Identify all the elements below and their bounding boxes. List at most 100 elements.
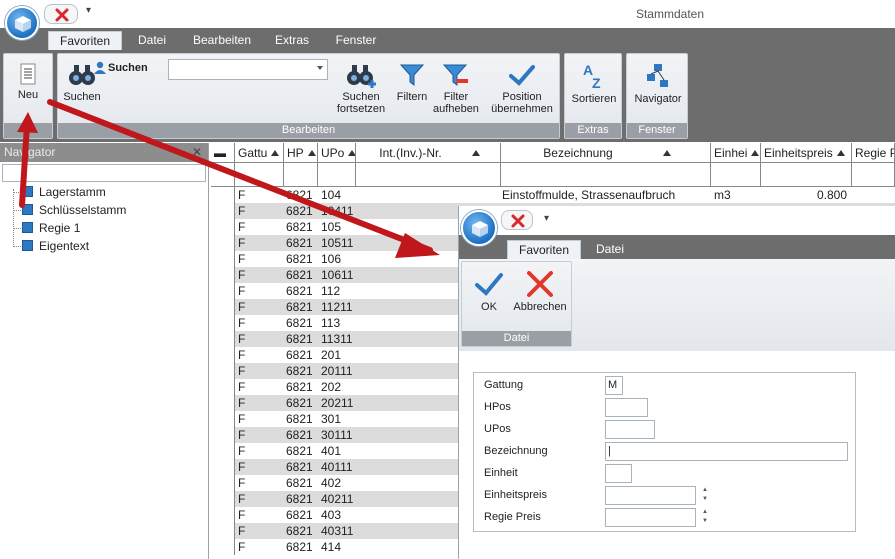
nav-item-regie1[interactable]: Regie 1	[22, 219, 80, 237]
row-selector[interactable]	[211, 299, 235, 315]
filter-cell[interactable]	[501, 163, 711, 187]
search-combo[interactable]	[168, 59, 328, 80]
filter-cell[interactable]	[711, 163, 761, 187]
tab-favoriten[interactable]: Favoriten	[48, 31, 122, 50]
einheit-field[interactable]	[605, 464, 632, 483]
tab-bearbeiten[interactable]: Bearbeiten	[186, 31, 258, 50]
quick-access-dropdown-icon[interactable]: ▾	[544, 213, 549, 224]
row-selector[interactable]	[211, 443, 235, 459]
col-header-label: Int.(Inv.)-Nr.	[379, 146, 442, 160]
dialog-tab-favoriten[interactable]: Favoriten	[507, 240, 581, 259]
row-selector[interactable]	[211, 283, 235, 299]
row-selector[interactable]	[211, 491, 235, 507]
einheitspreis-field[interactable]	[605, 486, 696, 505]
row-selector[interactable]	[211, 507, 235, 523]
row-selector[interactable]	[211, 411, 235, 427]
dialog-tab-datei[interactable]: Datei	[587, 240, 633, 259]
nav-item-schluesselstamm[interactable]: Schlüsselstamm	[22, 201, 126, 219]
regie-preis-spinner[interactable]: ▲ ▼	[700, 508, 710, 527]
sort-asc-icon	[751, 150, 760, 156]
einheitspreis-spinner[interactable]: ▲ ▼	[700, 486, 710, 505]
application-menu-button[interactable]	[5, 6, 39, 40]
filtern-button[interactable]: Filtern	[392, 62, 432, 103]
row-selector[interactable]	[211, 267, 235, 283]
filter-aufheben-button[interactable]: Filter aufheben	[430, 62, 482, 115]
nav-item-lagerstamm[interactable]: Lagerstamm	[22, 183, 106, 201]
cell-gattung: F	[238, 396, 246, 410]
row-selector[interactable]	[211, 251, 235, 267]
dialog-quick-close-button[interactable]	[501, 210, 533, 230]
row-selector[interactable]	[211, 539, 235, 555]
quick-access-dropdown-icon[interactable]: ▾	[86, 5, 91, 16]
cell-hp: 6821	[286, 476, 313, 490]
suchen-label: Suchen	[63, 91, 101, 103]
ribbon-group-new-label	[4, 123, 52, 138]
col-header-int-nr[interactable]: Int.(Inv.)-Nr.	[356, 143, 501, 163]
navigator-button[interactable]: Navigator	[629, 62, 687, 105]
cell-gattung: F	[238, 524, 246, 538]
hpos-field[interactable]	[605, 398, 648, 417]
regie-preis-field[interactable]	[605, 508, 696, 527]
suchen-fortsetzen-button[interactable]: Suchen fortsetzen	[328, 62, 394, 115]
filter-cell[interactable]	[235, 163, 284, 187]
row-selector[interactable]	[211, 363, 235, 379]
row-selector-header[interactable]: ▬	[211, 143, 235, 163]
ok-button[interactable]: OK	[470, 270, 508, 313]
navigator-title: Navigator	[4, 145, 56, 159]
dialog-group-datei-label: Datei	[462, 331, 571, 346]
tab-datei[interactable]: Datei	[128, 31, 176, 50]
tab-extras[interactable]: Extras	[266, 31, 318, 50]
einheit-label: Einheit	[484, 467, 518, 479]
hpos-label: HPos	[484, 401, 511, 413]
bezeichnung-field[interactable]: |	[605, 442, 848, 461]
row-selector[interactable]	[211, 395, 235, 411]
filter-aufheben-label: Filter aufheben	[433, 91, 479, 115]
nav-item-eigentext[interactable]: Eigentext	[22, 237, 89, 255]
navigator-filter-input[interactable]	[2, 164, 206, 182]
cell-upo: 30111	[321, 428, 353, 442]
chevron-down-icon	[317, 66, 323, 70]
cell-upo: 112	[321, 284, 341, 298]
tab-fenster[interactable]: Fenster	[328, 31, 384, 50]
dialog-application-menu-button[interactable]	[461, 210, 497, 246]
close-icon[interactable]: ✕	[192, 143, 202, 162]
table-row[interactable]: F 6821 104 Einstoffmulde, Strassenaufbruch m…	[211, 187, 895, 203]
row-selector[interactable]	[211, 315, 235, 331]
checkmark-icon	[509, 65, 535, 86]
cell-gattung: F	[238, 476, 246, 490]
col-header-einheitspreis[interactable]: Einheitspreis	[761, 143, 852, 163]
cell-gattung: F	[238, 364, 246, 378]
row-selector[interactable]	[211, 331, 235, 347]
upos-field[interactable]	[605, 420, 655, 439]
quick-access-close-button[interactable]	[44, 4, 78, 24]
abbrechen-button[interactable]: Abbrechen	[510, 270, 570, 313]
neu-button[interactable]: Neu	[10, 62, 46, 101]
col-header-einheit[interactable]: Einhei	[711, 143, 761, 163]
row-selector[interactable]	[211, 219, 235, 235]
filter-cell[interactable]	[356, 163, 501, 187]
row-selector[interactable]	[211, 235, 235, 251]
col-header-regie-preis[interactable]: Regie P	[852, 143, 895, 163]
col-header-gattung[interactable]: Gattu	[235, 143, 284, 163]
cell-gattung: F	[238, 492, 246, 506]
row-selector[interactable]	[211, 475, 235, 491]
row-selector[interactable]	[211, 347, 235, 363]
col-header-hp[interactable]: HP	[284, 143, 318, 163]
col-header-bezeichnung[interactable]: Bezeichnung	[501, 143, 711, 163]
row-selector[interactable]	[211, 379, 235, 395]
filter-cell[interactable]	[284, 163, 318, 187]
sortieren-button[interactable]: A Z Sortieren	[567, 62, 621, 105]
nav-item-label: Lagerstamm	[39, 185, 106, 199]
filter-cell[interactable]	[318, 163, 356, 187]
filter-cell[interactable]	[761, 163, 852, 187]
col-header-upo[interactable]: UPo	[318, 143, 356, 163]
row-selector[interactable]	[211, 203, 235, 219]
row-selector[interactable]	[211, 523, 235, 539]
row-selector[interactable]	[211, 427, 235, 443]
row-selector[interactable]	[211, 459, 235, 475]
row-selector[interactable]	[211, 187, 235, 203]
gattung-field[interactable]: M	[605, 376, 623, 395]
position-uebernehmen-button[interactable]: Position übernehmen	[486, 62, 558, 115]
filter-cell[interactable]	[852, 163, 895, 187]
svg-text:Z: Z	[592, 75, 601, 90]
